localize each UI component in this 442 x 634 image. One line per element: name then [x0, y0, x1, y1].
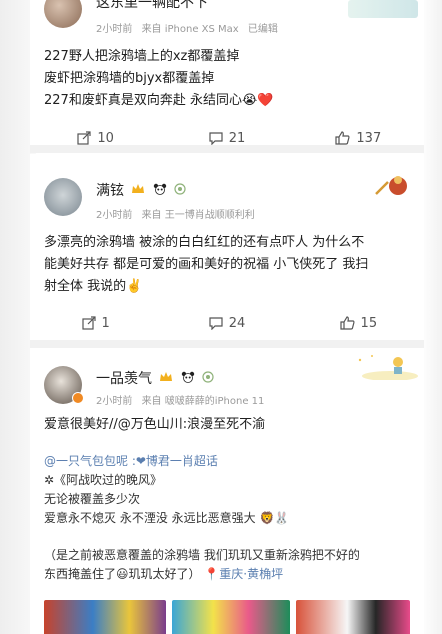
action-bar: 1 24 15: [30, 312, 424, 334]
crown-icon: [159, 371, 173, 387]
post-meta: 2小时前 来自 啵啵薛薛的iPhone 11: [96, 392, 270, 407]
post-source: 来自 啵啵薛薛的iPhone 11: [141, 396, 265, 407]
panda-icon: [181, 371, 195, 387]
topic-link[interactable]: ❤博君一肖超话: [136, 454, 218, 468]
post-time: 2小时前: [96, 396, 133, 407]
retweet-quote-line: （是之前被恶意覆盖的涂鸦墙 我们玑玑又重新涂鸦把不好的: [44, 548, 360, 562]
post-separator: [30, 145, 424, 153]
comment-count: 21: [228, 130, 246, 146]
author-name[interactable]: 这东里一辆配不下: [96, 0, 208, 12]
author-name-row: 满铉: [96, 180, 186, 200]
decoration-card: [348, 0, 418, 18]
panda-icon: [153, 183, 167, 199]
repost-count: 1: [101, 315, 110, 331]
post-text: 多漂亮的涂鸦墙 被涂的白白红红的还有点吓人 为什么不 能美好共存 都是可爱的画和…: [44, 232, 368, 298]
retweet-quote-title[interactable]: ✲《阿战吹过的晚风》: [44, 471, 162, 490]
post-image[interactable]: [44, 600, 166, 634]
comment-button[interactable]: 21: [161, 127, 292, 145]
post-card[interactable]: 一品羡气 2小时前 来自 啵啵薛薛的iPhone 11 爱意很美好//@万色山川…: [30, 348, 424, 634]
like-icon: [339, 316, 355, 330]
post-image[interactable]: [172, 600, 290, 634]
author-name-row: 一品羡气: [96, 368, 214, 388]
level-icon: [174, 183, 186, 199]
post-text: 爱意很美好//@万色山川:浪漫至死不渝: [44, 414, 265, 436]
post-time: 2小时前: [96, 210, 133, 221]
comment-count: 24: [228, 315, 246, 331]
weibo-feed: 这东里一辆配不下 2小时前 来自 iPhone XS Max 已编辑 227野人…: [0, 0, 442, 634]
post-text: 227野人把涂鸦墙上的xz都覆盖掉 废虾把涂鸦墙的bjyx都覆盖掉 227和废虾…: [44, 46, 273, 112]
action-bar: 10 21 137: [30, 127, 424, 145]
edited-label: 已编辑: [247, 24, 278, 35]
repost-icon: [81, 316, 96, 330]
mention-link[interactable]: @一只气包包呢 :: [44, 454, 136, 468]
retweet-quote-line: 东西掩盖住了😃玑玑太好了） 📍重庆·黄桷坪: [44, 565, 283, 584]
comment-icon: [209, 317, 223, 330]
post-card[interactable]: 满铉 2小时前 来自 王一博肖战顺顺利利 多漂亮的涂鸦墙 被涂的白白红红的还有点…: [30, 154, 424, 340]
author-name[interactable]: 一品羡气: [96, 371, 152, 387]
post-source: 来自 iPhone XS Max: [141, 24, 239, 35]
like-count: 137: [356, 130, 382, 146]
repost-button[interactable]: 10: [30, 127, 161, 145]
post-time: 2小时前: [96, 24, 133, 35]
post-line: 227和废虾真是双向奔赴 永结同心😭❤️: [44, 93, 274, 108]
post-image[interactable]: [296, 600, 410, 634]
repost-icon: [77, 131, 91, 145]
crown-icon: [131, 183, 145, 199]
post-line: 227野人把涂鸦墙上的xz都覆盖掉: [44, 49, 240, 64]
repost-button[interactable]: 1: [30, 312, 161, 334]
comment-icon: [209, 132, 223, 145]
post-line: 能美好共存 都是可爱的画和美好的祝福 小飞侠死了 我扫: [44, 257, 369, 272]
retweet-quote-text: 东西掩盖住了😃玑玑太好了）: [44, 567, 201, 581]
retweet-quote-line: 无论被覆盖多少次: [44, 492, 141, 506]
post-source: 来自 王一博肖战顺顺利利: [141, 210, 255, 221]
avatar[interactable]: [44, 178, 82, 216]
post-separator: [30, 340, 424, 348]
decoration-pendant: [374, 172, 410, 202]
decoration-little-prince: [350, 352, 420, 381]
post-meta: 2小时前 来自 iPhone XS Max 已编辑: [96, 20, 284, 35]
post-line: 爱意很美好//@万色山川:浪漫至死不渝: [44, 417, 266, 432]
retweet-quote-line: 爱意永不熄灭 永不湮没 永远比恶意强大 🦁🐰: [44, 511, 290, 525]
location-link[interactable]: 📍重庆·黄桷坪: [204, 567, 283, 581]
like-button[interactable]: 15: [293, 312, 424, 334]
retweet-quote-line: @一只气包包呢 :❤博君一肖超话: [44, 452, 218, 471]
post-line: 废虾把涂鸦墙的bjyx都覆盖掉: [44, 71, 215, 86]
post-meta: 2小时前 来自 王一博肖战顺顺利利: [96, 206, 261, 221]
avatar[interactable]: [44, 0, 82, 28]
like-icon: [335, 131, 350, 145]
repost-count: 10: [97, 130, 114, 146]
post-line: 射全体 我说的✌️: [44, 279, 143, 294]
verified-icon: [72, 392, 84, 404]
comment-button[interactable]: 24: [161, 312, 292, 334]
like-count: 15: [360, 315, 378, 331]
author-name[interactable]: 满铉: [96, 183, 124, 199]
post-card[interactable]: 这东里一辆配不下 2小时前 来自 iPhone XS Max 已编辑 227野人…: [30, 0, 424, 145]
post-line: 多漂亮的涂鸦墙 被涂的白白红红的还有点吓人 为什么不: [44, 235, 365, 250]
like-button[interactable]: 137: [293, 127, 424, 145]
level-icon: [202, 371, 214, 387]
